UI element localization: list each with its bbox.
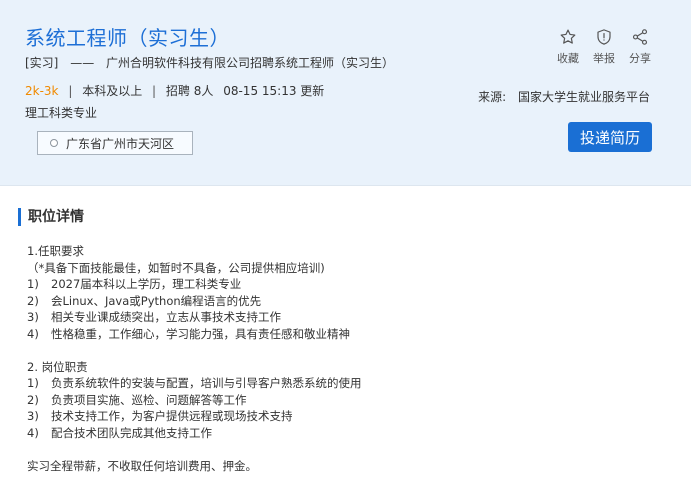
list-item-text: 会Linux、Java或Python编程语言的优先 [51, 293, 262, 308]
job-type-tag: [实习] [25, 56, 59, 70]
headcount: 招聘 8人 [165, 84, 214, 98]
share-button[interactable]: 分享 [627, 28, 653, 66]
list-item-number: 1) [27, 277, 39, 291]
list-item: 4) 配合技术团队完成其他支持工作 [27, 425, 667, 442]
requirements-list: 1) 2027届本科以上学历，理工科类专业 2) 会Linux、Java或Pytho… [27, 276, 667, 342]
list-item: 2) 负责项目实施、巡检、问题解答等工作 [27, 392, 667, 409]
duties-list: 1) 负责系统软件的安装与配置，培训与引导客户熟悉系统的使用 2) 负责项目实施、巡… [27, 375, 667, 441]
list-item-text: 2027届本科以上学历，理工科类专业 [51, 277, 242, 291]
location-text: 广东省广州市天河区 [66, 136, 175, 151]
list-item: 3) 相关专业课成绩突出，立志从事技术支持工作 [27, 309, 667, 326]
list-item-text: 性格稳重，工作细心，学习能力强，具有责任感和敬业精神 [51, 326, 350, 341]
requirements-heading: 1.任职要求 [27, 244, 84, 258]
apply-button[interactable]: 投递简历 [568, 122, 652, 152]
company-headline: 广州合明软件科技有限公司招聘系统工程师（实习生） [106, 56, 395, 70]
updated-time: 08-15 15:13 更新 [223, 84, 325, 98]
source-label: 来源: [478, 90, 507, 104]
source-value: 国家大学生就业服务平台 [517, 90, 650, 104]
location-dot-icon [50, 139, 58, 147]
report-button[interactable]: 举报 [591, 28, 617, 66]
star-icon [560, 29, 576, 44]
list-item-text: 负责项目实施、巡检、问题解答等工作 [51, 392, 247, 407]
list-item-text: 相关专业课成绩突出，立志从事技术支持工作 [51, 310, 281, 324]
list-item-number: 3) [27, 310, 39, 324]
list-item-text: 负责系统软件的安装与配置，培训与引导客户熟悉系统的使用 [51, 376, 362, 390]
share-icon [632, 29, 648, 45]
job-subtitle: [实习] —— 广州合明软件科技有限公司招聘系统工程师（实习生） [25, 54, 394, 71]
footer-note: 实习全程带薪，不收取任何培训费用、押金。 [27, 458, 257, 473]
major-requirement: 理工科类专业 [25, 106, 98, 120]
list-item: 1) 负责系统软件的安装与配置，培训与引导客户熟悉系统的使用 [27, 375, 667, 392]
list-item-text: 配合技术团队完成其他支持工作 [51, 425, 212, 440]
favorite-button[interactable]: 收藏 [555, 28, 581, 66]
duties-heading: 2. 岗位职责 [27, 359, 88, 374]
source-info: 来源: 国家大学生就业服务平台 [478, 88, 650, 105]
action-bar: 收藏 举报 分享 [555, 28, 653, 66]
list-item: 1) 2027届本科以上学历，理工科类专业 [27, 276, 667, 293]
share-label: 分享 [629, 52, 651, 65]
shield-icon [597, 29, 611, 45]
job-meta: 2k-3k | 本科及以上 | 招聘 8人 08-15 15:13 更新 [25, 82, 324, 99]
section-title-job-details: 职位详情 [18, 208, 84, 226]
list-item-number: 4) [27, 326, 39, 341]
list-item-number: 4) [27, 425, 39, 440]
education: 本科及以上 [82, 84, 143, 98]
list-item-number: 2) [27, 392, 39, 407]
list-item-number: 2) [27, 293, 39, 308]
favorite-label: 收藏 [557, 52, 579, 65]
job-header: 系统工程师（实习生） [实习] —— 广州合明软件科技有限公司招聘系统工程师（实… [0, 0, 691, 186]
meta-separator: | [68, 84, 73, 98]
list-item: 3) 技术支持工作，为客户提供远程或现场技术支持 [27, 408, 667, 425]
list-item: 4) 性格稳重，工作细心，学习能力强，具有责任感和敬业精神 [27, 326, 667, 343]
subtitle-dash: —— [70, 56, 95, 70]
report-label: 举报 [593, 52, 615, 65]
meta-separator: | [152, 84, 157, 98]
list-item-text: 技术支持工作，为客户提供远程或现场技术支持 [51, 409, 293, 423]
salary: 2k-3k [25, 84, 59, 98]
requirements-note: （*具备下面技能最佳，如暂时不具备，公司提供相应培训) [27, 260, 325, 275]
job-description: 1.任职要求 （*具备下面技能最佳，如暂时不具备，公司提供相应培训) 1) 202… [27, 243, 667, 474]
location-tag: 广东省广州市天河区 [37, 131, 193, 155]
list-item-number: 3) [27, 409, 39, 423]
list-item: 2) 会Linux、Java或Python编程语言的优先 [27, 293, 667, 310]
list-item-number: 1) [27, 376, 39, 390]
job-title: 系统工程师（实习生） [25, 26, 230, 50]
